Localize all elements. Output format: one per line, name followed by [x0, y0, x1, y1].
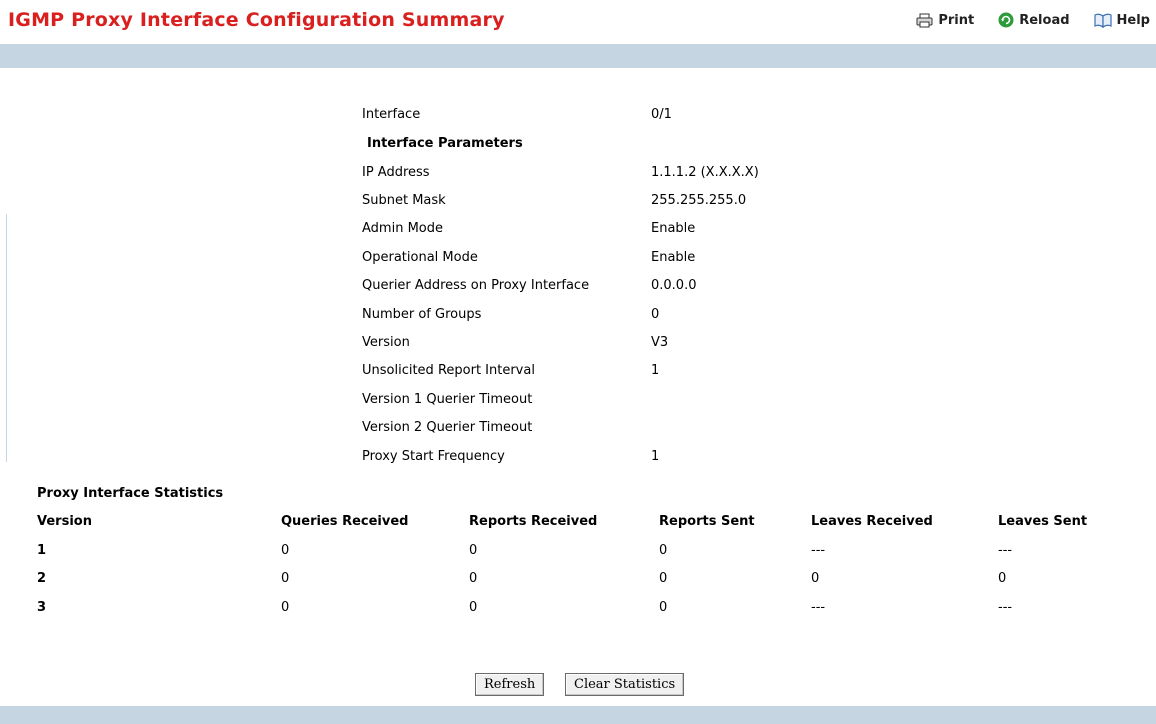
cell-version: 3: [37, 600, 47, 615]
page-title: IGMP Proxy Interface Configuration Summa…: [8, 9, 505, 31]
reload-label: Reload: [1019, 12, 1070, 28]
cell-queries-received: 0: [281, 571, 290, 586]
reload-link[interactable]: Reload: [998, 12, 1070, 28]
footer-bar: [0, 706, 1156, 724]
querier-address-label: Querier Address on Proxy Interface: [362, 278, 590, 293]
proxy-start-frequency-label: Proxy Start Frequency: [362, 449, 505, 464]
printer-icon: [916, 13, 933, 28]
cell-reports-received: 0: [469, 543, 478, 558]
operational-mode-value: Enable: [651, 250, 696, 265]
subnet-mask-value: 255.255.255.0: [651, 193, 747, 208]
refresh-button[interactable]: Refresh: [475, 673, 545, 696]
clear-statistics-button[interactable]: Clear Statistics: [565, 673, 685, 696]
book-icon: [1093, 13, 1112, 28]
interface-label: Interface: [362, 107, 421, 122]
cell-reports-received: 0: [469, 600, 478, 615]
cell-reports-sent: 0: [659, 543, 668, 558]
subnet-mask-label: Subnet Mask: [362, 193, 446, 208]
number-of-groups-label: Number of Groups: [362, 307, 482, 322]
interface-parameters-heading: Interface Parameters: [367, 136, 523, 151]
cell-reports-sent: 0: [659, 571, 668, 586]
unsolicited-report-interval-label: Unsolicited Report Interval: [362, 363, 535, 378]
proxy-start-frequency-value: 1: [651, 449, 660, 464]
cell-queries-received: 0: [281, 600, 290, 615]
unsolicited-report-interval-value: 1: [651, 363, 660, 378]
toolbar: Print Reload Help: [916, 12, 1150, 28]
admin-mode-value: Enable: [651, 221, 696, 236]
reload-icon: [998, 12, 1014, 28]
cell-version: 2: [37, 571, 47, 586]
cell-queries-received: 0: [281, 543, 290, 558]
operational-mode-label: Operational Mode: [362, 250, 478, 265]
column-header-queries-received: Queries Received: [281, 514, 409, 529]
admin-mode-label: Admin Mode: [362, 221, 443, 236]
querier-address-value: 0.0.0.0: [651, 278, 697, 293]
cell-leaves-received: 0: [811, 571, 820, 586]
number-of-groups-value: 0: [651, 307, 660, 322]
version-label: Version: [362, 335, 410, 350]
print-label: Print: [938, 12, 975, 28]
cell-version: 1: [37, 543, 47, 558]
cell-leaves-sent: 0: [998, 571, 1007, 586]
cell-reports-sent: 0: [659, 600, 668, 615]
column-header-version: Version: [37, 514, 92, 529]
cell-reports-received: 0: [469, 571, 478, 586]
print-link[interactable]: Print: [916, 12, 974, 28]
statistics-title: Proxy Interface Statistics: [37, 486, 224, 501]
cell-leaves-sent: ---: [998, 543, 1013, 558]
ip-address-value: 1.1.1.2 (X.X.X.X): [651, 165, 759, 180]
interface-value: 0/1: [651, 107, 672, 122]
v1-querier-timeout-label: Version 1 Querier Timeout: [362, 392, 533, 407]
column-header-leaves-sent: Leaves Sent: [998, 514, 1088, 529]
help-label: Help: [1116, 12, 1150, 28]
version-value: V3: [651, 335, 669, 350]
cell-leaves-received: ---: [811, 600, 826, 615]
column-header-leaves-received: Leaves Received: [811, 514, 933, 529]
column-header-reports-sent: Reports Sent: [659, 514, 755, 529]
cell-leaves-sent: ---: [998, 600, 1013, 615]
ip-address-label: IP Address: [362, 165, 430, 180]
header-bar: [0, 44, 1156, 68]
v2-querier-timeout-label: Version 2 Querier Timeout: [362, 420, 533, 435]
cell-leaves-received: ---: [811, 543, 826, 558]
help-link[interactable]: Help: [1093, 12, 1150, 28]
column-header-reports-received: Reports Received: [469, 514, 598, 529]
left-divider: [6, 214, 7, 462]
